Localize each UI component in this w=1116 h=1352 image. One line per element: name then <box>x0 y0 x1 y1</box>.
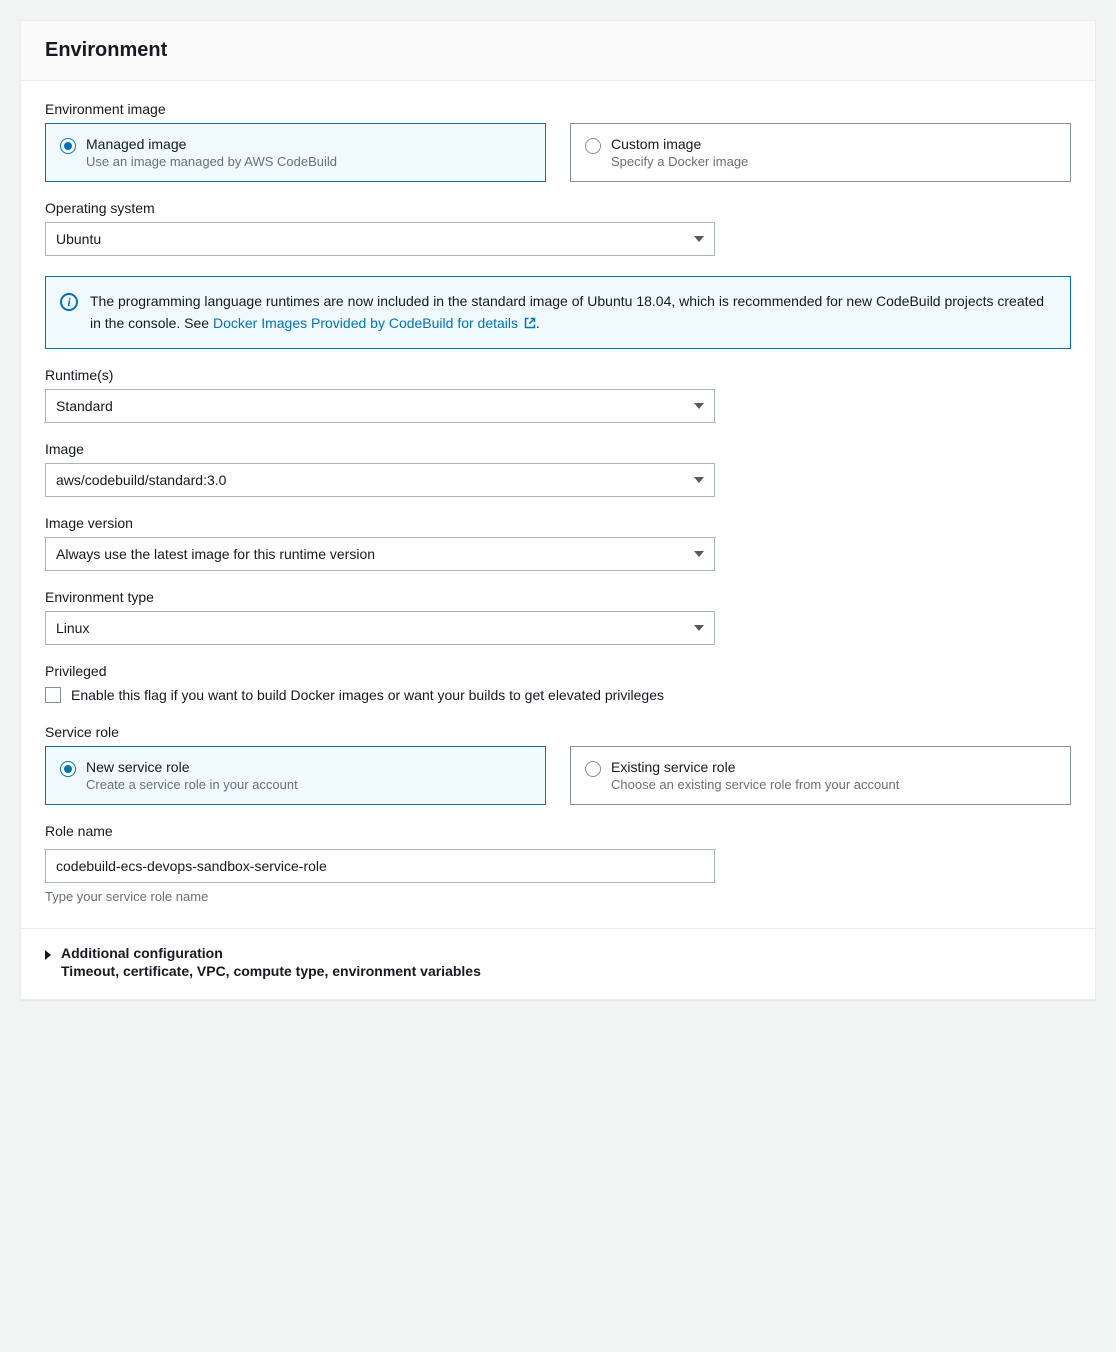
privileged-checkbox[interactable] <box>45 687 61 703</box>
image-version-value: Always use the latest image for this run… <box>56 546 375 562</box>
new-service-role-desc: Create a service role in your account <box>86 777 298 792</box>
operating-system-label: Operating system <box>45 200 1071 216</box>
additional-configuration-desc: Timeout, certificate, VPC, compute type,… <box>61 963 481 979</box>
new-service-role-option[interactable]: New service role Create a service role i… <box>45 746 546 805</box>
runtime-value: Standard <box>56 398 113 414</box>
service-role-options: New service role Create a service role i… <box>45 746 1071 805</box>
operating-system-select[interactable]: Ubuntu <box>45 222 715 256</box>
image-select[interactable]: aws/codebuild/standard:3.0 <box>45 463 715 497</box>
custom-image-title: Custom image <box>611 136 748 152</box>
external-link-icon <box>524 317 536 329</box>
environment-type-value: Linux <box>56 620 89 636</box>
additional-configuration-title: Additional configuration <box>61 945 481 961</box>
runtime-label: Runtime(s) <box>45 367 1071 383</box>
existing-service-role-desc: Choose an existing service role from you… <box>611 777 899 792</box>
panel-body: Environment image Managed image Use an i… <box>21 81 1095 928</box>
role-name-helper: Type your service role name <box>45 889 1071 904</box>
chevron-down-icon <box>694 403 704 409</box>
existing-service-role-option[interactable]: Existing service role Choose an existing… <box>570 746 1071 805</box>
docker-images-link[interactable]: Docker Images Provided by CodeBuild for … <box>213 315 536 331</box>
service-role-label: Service role <box>45 724 1071 740</box>
panel-header: Environment <box>21 21 1095 81</box>
privileged-checkbox-label: Enable this flag if you want to build Do… <box>71 685 664 706</box>
environment-type-select[interactable]: Linux <box>45 611 715 645</box>
new-service-role-title: New service role <box>86 759 298 775</box>
info-text-after: . <box>536 315 540 331</box>
chevron-down-icon <box>694 236 704 242</box>
environment-image-label: Environment image <box>45 101 1071 117</box>
radio-icon <box>60 761 76 777</box>
radio-icon <box>60 138 76 154</box>
environment-image-options: Managed image Use an image managed by AW… <box>45 123 1071 182</box>
custom-image-option[interactable]: Custom image Specify a Docker image <box>570 123 1071 182</box>
chevron-down-icon <box>694 551 704 557</box>
role-name-input[interactable] <box>45 849 715 883</box>
custom-image-desc: Specify a Docker image <box>611 154 748 169</box>
managed-image-option[interactable]: Managed image Use an image managed by AW… <box>45 123 546 182</box>
chevron-down-icon <box>694 477 704 483</box>
image-version-label: Image version <box>45 515 1071 531</box>
runtime-info-callout: i The programming language runtimes are … <box>45 276 1071 349</box>
radio-icon <box>585 138 601 154</box>
environment-panel: Environment Environment image Managed im… <box>20 20 1096 1000</box>
managed-image-title: Managed image <box>86 136 337 152</box>
image-value: aws/codebuild/standard:3.0 <box>56 472 226 488</box>
image-label: Image <box>45 441 1071 457</box>
environment-type-label: Environment type <box>45 589 1071 605</box>
panel-footer: Additional configuration Timeout, certif… <box>21 928 1095 999</box>
info-text: The programming language runtimes are no… <box>90 291 1054 334</box>
existing-service-role-title: Existing service role <box>611 759 899 775</box>
image-version-select[interactable]: Always use the latest image for this run… <box>45 537 715 571</box>
runtime-select[interactable]: Standard <box>45 389 715 423</box>
chevron-down-icon <box>694 625 704 631</box>
privileged-checkbox-row: Enable this flag if you want to build Do… <box>45 685 1071 706</box>
caret-right-icon <box>45 950 51 960</box>
panel-title: Environment <box>45 39 1071 62</box>
info-icon: i <box>60 293 78 311</box>
radio-icon <box>585 761 601 777</box>
privileged-label: Privileged <box>45 663 1071 679</box>
managed-image-desc: Use an image managed by AWS CodeBuild <box>86 154 337 169</box>
additional-configuration-expander[interactable]: Additional configuration Timeout, certif… <box>45 945 1071 979</box>
role-name-label: Role name <box>45 823 1071 839</box>
operating-system-value: Ubuntu <box>56 231 101 247</box>
